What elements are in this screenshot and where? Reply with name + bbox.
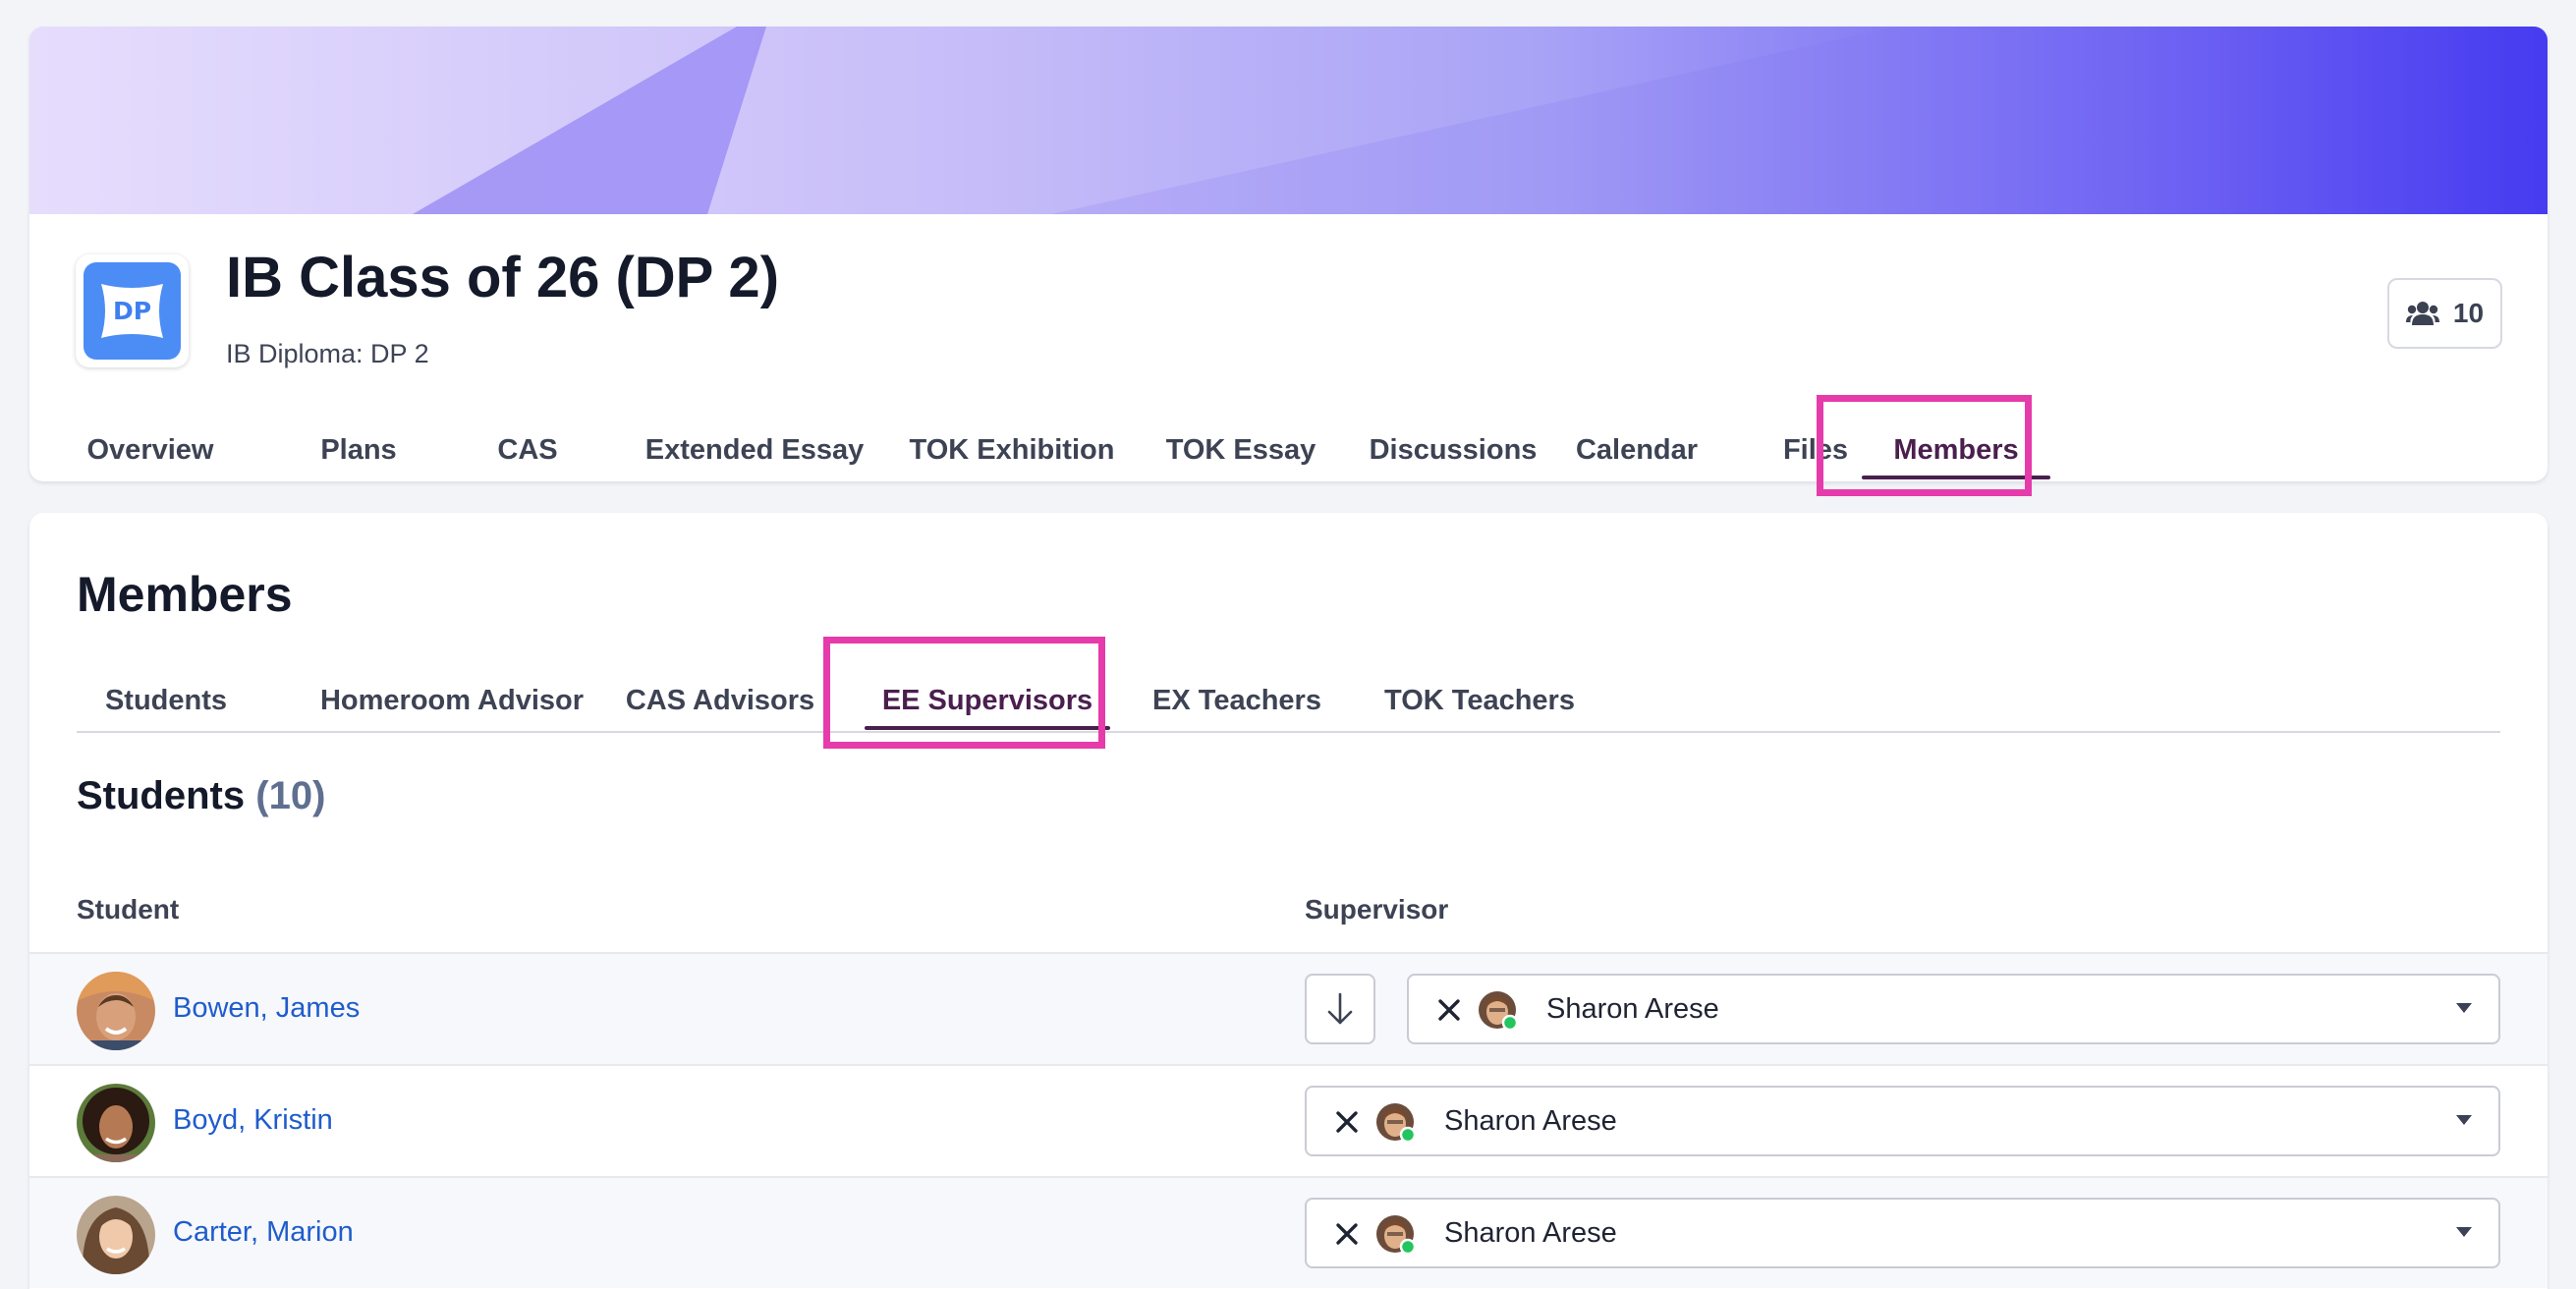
supervisor-avatar: [1479, 991, 1519, 1032]
subtab-ex-teachers[interactable]: EX Teachers: [1123, 670, 1351, 731]
tab-tok-essay[interactable]: TOK Essay: [1128, 420, 1354, 480]
tab-cas[interactable]: CAS: [483, 420, 572, 480]
chevron-down-icon[interactable]: [2455, 1226, 2473, 1238]
student-name-link[interactable]: Carter, Marion: [173, 1178, 354, 1286]
supervisor-avatar: [1376, 1103, 1417, 1144]
supervisor-name: Sharon Arese: [1546, 992, 1719, 1025]
supervisor-avatar: [1376, 1215, 1417, 1256]
column-header-student: Student: [77, 894, 180, 925]
class-icon-text: DP: [112, 297, 152, 325]
column-header-supervisor: Supervisor: [1305, 894, 1449, 925]
supervisor-select[interactable]: Sharon Arese: [1305, 1086, 2500, 1156]
fill-down-button[interactable]: [1305, 974, 1375, 1044]
tab-tok-exhibition[interactable]: TOK Exhibition: [869, 420, 1154, 480]
tab-extended-essay[interactable]: Extended Essay: [612, 420, 897, 480]
subtab-tok-teachers[interactable]: TOK Teachers: [1354, 670, 1605, 731]
class-icon: DP: [76, 254, 189, 367]
student-name-link[interactable]: Boyd, Kristin: [173, 1066, 333, 1174]
members-panel: Members Students Homeroom Advisor CAS Ad…: [29, 513, 2548, 1289]
students-heading: Students (10): [77, 774, 325, 818]
tab-plans[interactable]: Plans: [305, 420, 413, 480]
subtab-homeroom-advisor[interactable]: Homeroom Advisor: [305, 670, 599, 731]
users-icon: [2405, 302, 2439, 325]
supervisor-select[interactable]: Sharon Arese: [1407, 974, 2500, 1044]
clear-icon[interactable]: [1436, 997, 1462, 1023]
class-banner: [29, 27, 2548, 214]
page-subtitle: IB Diploma: DP 2: [226, 339, 429, 368]
member-count: 10: [2452, 298, 2485, 328]
clear-icon[interactable]: [1334, 1109, 1360, 1135]
student-avatar: [77, 972, 155, 1050]
page-title: IB Class of 26 (DP 2): [226, 246, 780, 309]
members-heading: Members: [77, 567, 293, 622]
chevron-down-icon[interactable]: [2455, 1002, 2473, 1014]
tab-members[interactable]: Members: [1862, 420, 2050, 480]
tab-overview[interactable]: Overview: [77, 420, 224, 480]
arrow-down-icon: [1327, 992, 1353, 1025]
student-name-link[interactable]: Bowen, James: [173, 954, 360, 1062]
subtab-ee-supervisors[interactable]: EE Supervisors: [865, 670, 1110, 731]
students-count: (10): [255, 774, 326, 817]
students-heading-label: Students: [77, 774, 246, 817]
class-header-card: DP IB Class of 26 (DP 2) IB Diploma: DP …: [29, 27, 2548, 481]
student-avatar: [77, 1084, 155, 1162]
chevron-down-icon[interactable]: [2455, 1114, 2473, 1126]
table-row: Carter, Marion Sharon Arese: [29, 1176, 2548, 1288]
table-row: Boyd, Kristin Sharon Arese: [29, 1064, 2548, 1176]
subtab-students[interactable]: Students: [77, 670, 255, 731]
member-count-button[interactable]: 10: [2387, 278, 2502, 349]
supervisor-name: Sharon Arese: [1444, 1104, 1617, 1137]
tab-calendar[interactable]: Calendar: [1539, 420, 1735, 480]
supervisor-name: Sharon Arese: [1444, 1216, 1617, 1249]
student-avatar: [77, 1196, 155, 1274]
diploma-icon: DP: [84, 262, 181, 360]
table-row: Bowen, James Sharon Arese: [29, 952, 2548, 1064]
clear-icon[interactable]: [1334, 1221, 1360, 1247]
supervisor-select[interactable]: Sharon Arese: [1305, 1198, 2500, 1268]
subtab-cas-advisors[interactable]: CAS Advisors: [607, 670, 833, 731]
members-sub-tabs: Students Homeroom Advisor CAS Advisors E…: [77, 670, 2500, 733]
